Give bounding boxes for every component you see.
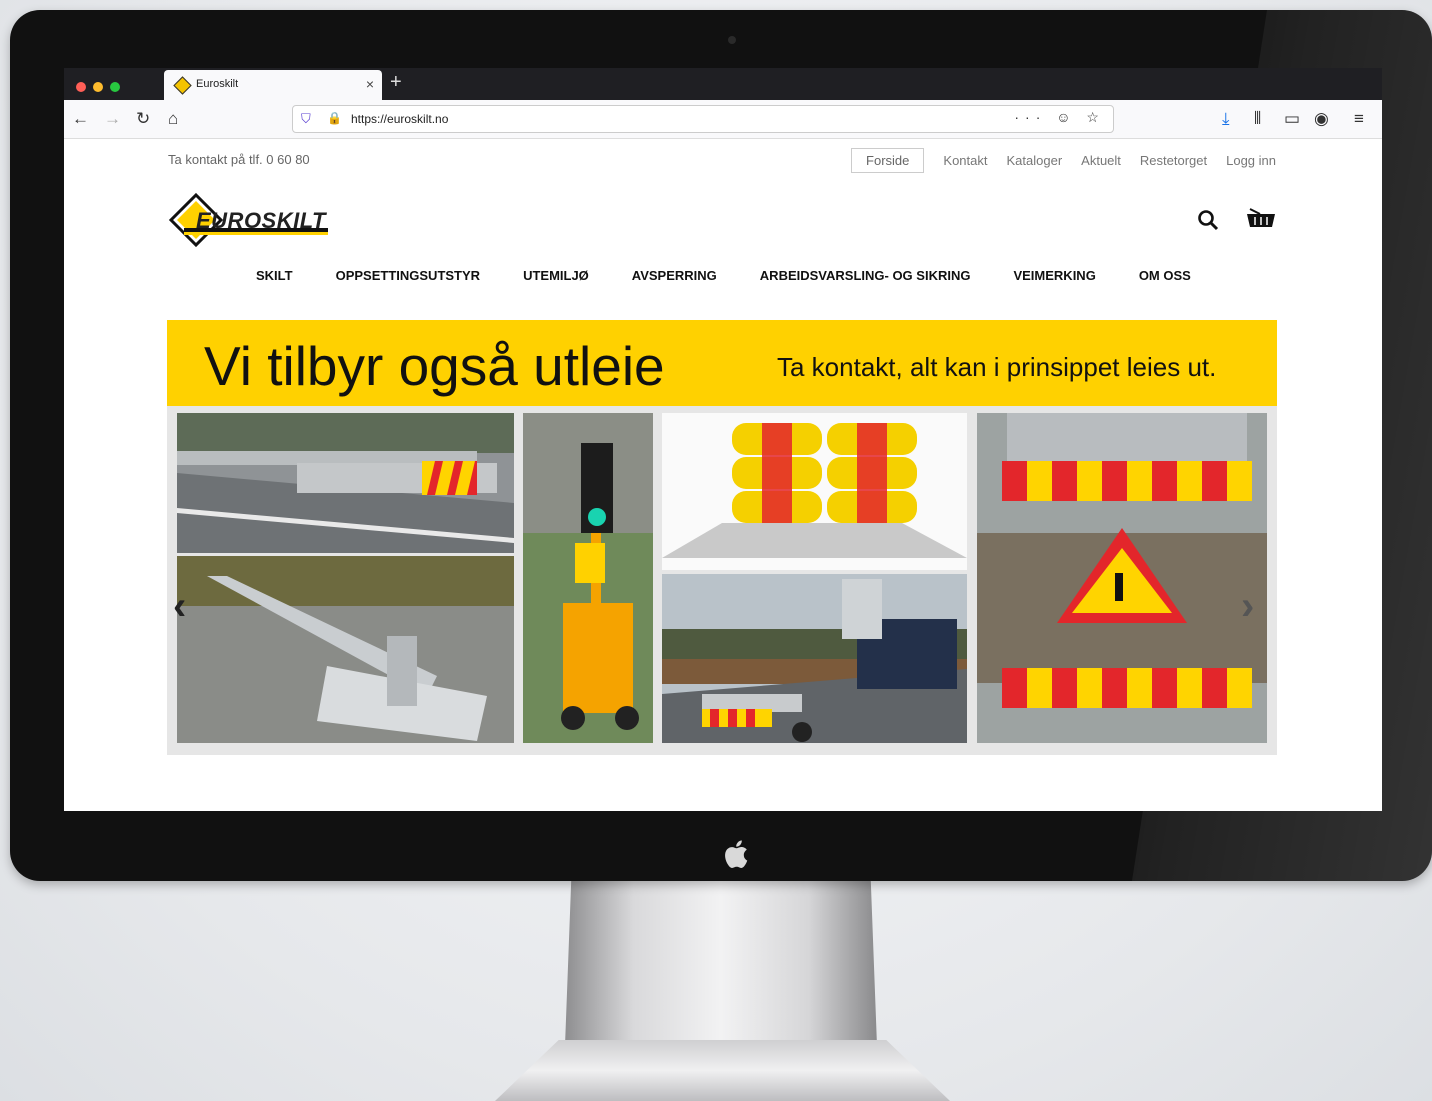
- banner-subline: Ta kontakt, alt kan i prinsippet leies u…: [777, 352, 1217, 382]
- top-links: Forside Kontakt Kataloger Aktuelt Restet…: [851, 148, 1276, 173]
- image-carousel[interactable]: ‹ ›: [167, 406, 1277, 755]
- main-nav: SKILT OPPSETTINGSUTSTYR UTEMILJØ AVSPERR…: [256, 268, 1191, 283]
- reload-icon[interactable]: ↻: [136, 109, 150, 129]
- logo-text: EUROSKILT: [196, 208, 326, 233]
- screen: Euroskilt × + ← → ↻ ⌂ ⛉ 🔒 https://eurosk…: [64, 68, 1382, 811]
- nav-oppsettingsutstyr[interactable]: OPPSETTINGSUTSTYR: [336, 268, 480, 283]
- new-tab-button[interactable]: +: [390, 71, 402, 94]
- monitor-base: [495, 1040, 950, 1101]
- cart-icon[interactable]: [1246, 206, 1276, 230]
- download-icon[interactable]: ⤓: [1222, 109, 1230, 129]
- photo-truck-trailer: [662, 574, 967, 743]
- lock-icon[interactable]: 🔒: [327, 111, 342, 125]
- photo-tire-stack: [662, 413, 967, 570]
- rental-banner[interactable]: Vi tilbyr også utleie Ta kontakt, alt ka…: [167, 320, 1277, 406]
- account-icon[interactable]: ◉: [1314, 109, 1329, 129]
- zoom-window-button[interactable]: [110, 82, 120, 92]
- link-forside[interactable]: Forside: [851, 148, 925, 173]
- photo-roadwork-trailer: [977, 413, 1267, 743]
- banner-headline: Vi tilbyr også utleie: [204, 335, 665, 397]
- carousel-prev-icon[interactable]: ‹: [173, 584, 186, 629]
- nav-avsperring[interactable]: AVSPERRING: [632, 268, 717, 283]
- back-icon[interactable]: ←: [72, 109, 89, 129]
- link-kontakt[interactable]: Kontakt: [943, 153, 987, 168]
- window-controls: [76, 79, 127, 97]
- nav-skilt[interactable]: SKILT: [256, 268, 293, 283]
- close-tab-icon[interactable]: ×: [366, 76, 374, 92]
- nav-veimerking[interactable]: VEIMERKING: [1013, 268, 1095, 283]
- photo-guardrail: [177, 413, 514, 553]
- page-actions[interactable]: ··· ☺ ☆: [1014, 109, 1105, 126]
- forward-icon[interactable]: →: [104, 109, 121, 129]
- euroskilt-logo[interactable]: EUROSKILT: [168, 192, 338, 252]
- carousel-next-icon[interactable]: ›: [1241, 584, 1254, 629]
- photo-traffic-light: [523, 413, 653, 743]
- home-icon[interactable]: ⌂: [168, 109, 178, 129]
- menu-icon[interactable]: ≡: [1354, 109, 1364, 129]
- contact-phone: Ta kontakt på tlf. 0 60 80: [168, 152, 310, 167]
- nav-utemiljo[interactable]: UTEMILJØ: [523, 268, 589, 283]
- link-restetorget[interactable]: Restetorget: [1140, 153, 1207, 168]
- sidebar-icon[interactable]: ▭: [1284, 109, 1300, 129]
- link-kataloger[interactable]: Kataloger: [1007, 153, 1063, 168]
- shield-icon[interactable]: ⛉: [301, 111, 311, 127]
- link-logg-inn[interactable]: Logg inn: [1226, 153, 1276, 168]
- nav-arbeidsvarsling[interactable]: ARBEIDSVARSLING- OG SIKRING: [760, 268, 971, 283]
- favicon-icon: [173, 76, 192, 95]
- nav-om-oss[interactable]: OM OSS: [1139, 268, 1191, 283]
- browser-tab[interactable]: Euroskilt ×: [164, 70, 382, 100]
- photo-steel-anchor: [177, 556, 514, 743]
- close-window-button[interactable]: [76, 82, 86, 92]
- library-icon[interactable]: ⫴: [1254, 109, 1261, 129]
- url-bar[interactable]: ⛉ 🔒 https://euroskilt.no ··· ☺ ☆: [292, 105, 1114, 133]
- search-icon[interactable]: [1196, 208, 1220, 232]
- tab-title: Euroskilt: [196, 78, 239, 90]
- link-aktuelt[interactable]: Aktuelt: [1081, 153, 1121, 168]
- apple-icon: [725, 840, 748, 868]
- browser-tabbar: Euroskilt × +: [64, 68, 1382, 100]
- minimize-window-button[interactable]: [93, 82, 103, 92]
- camera-dot: [728, 36, 736, 44]
- url-text[interactable]: https://euroskilt.no: [351, 112, 448, 126]
- browser-navbar: ← → ↻ ⌂ ⛉ 🔒 https://euroskilt.no ··· ☺ ☆…: [64, 100, 1382, 139]
